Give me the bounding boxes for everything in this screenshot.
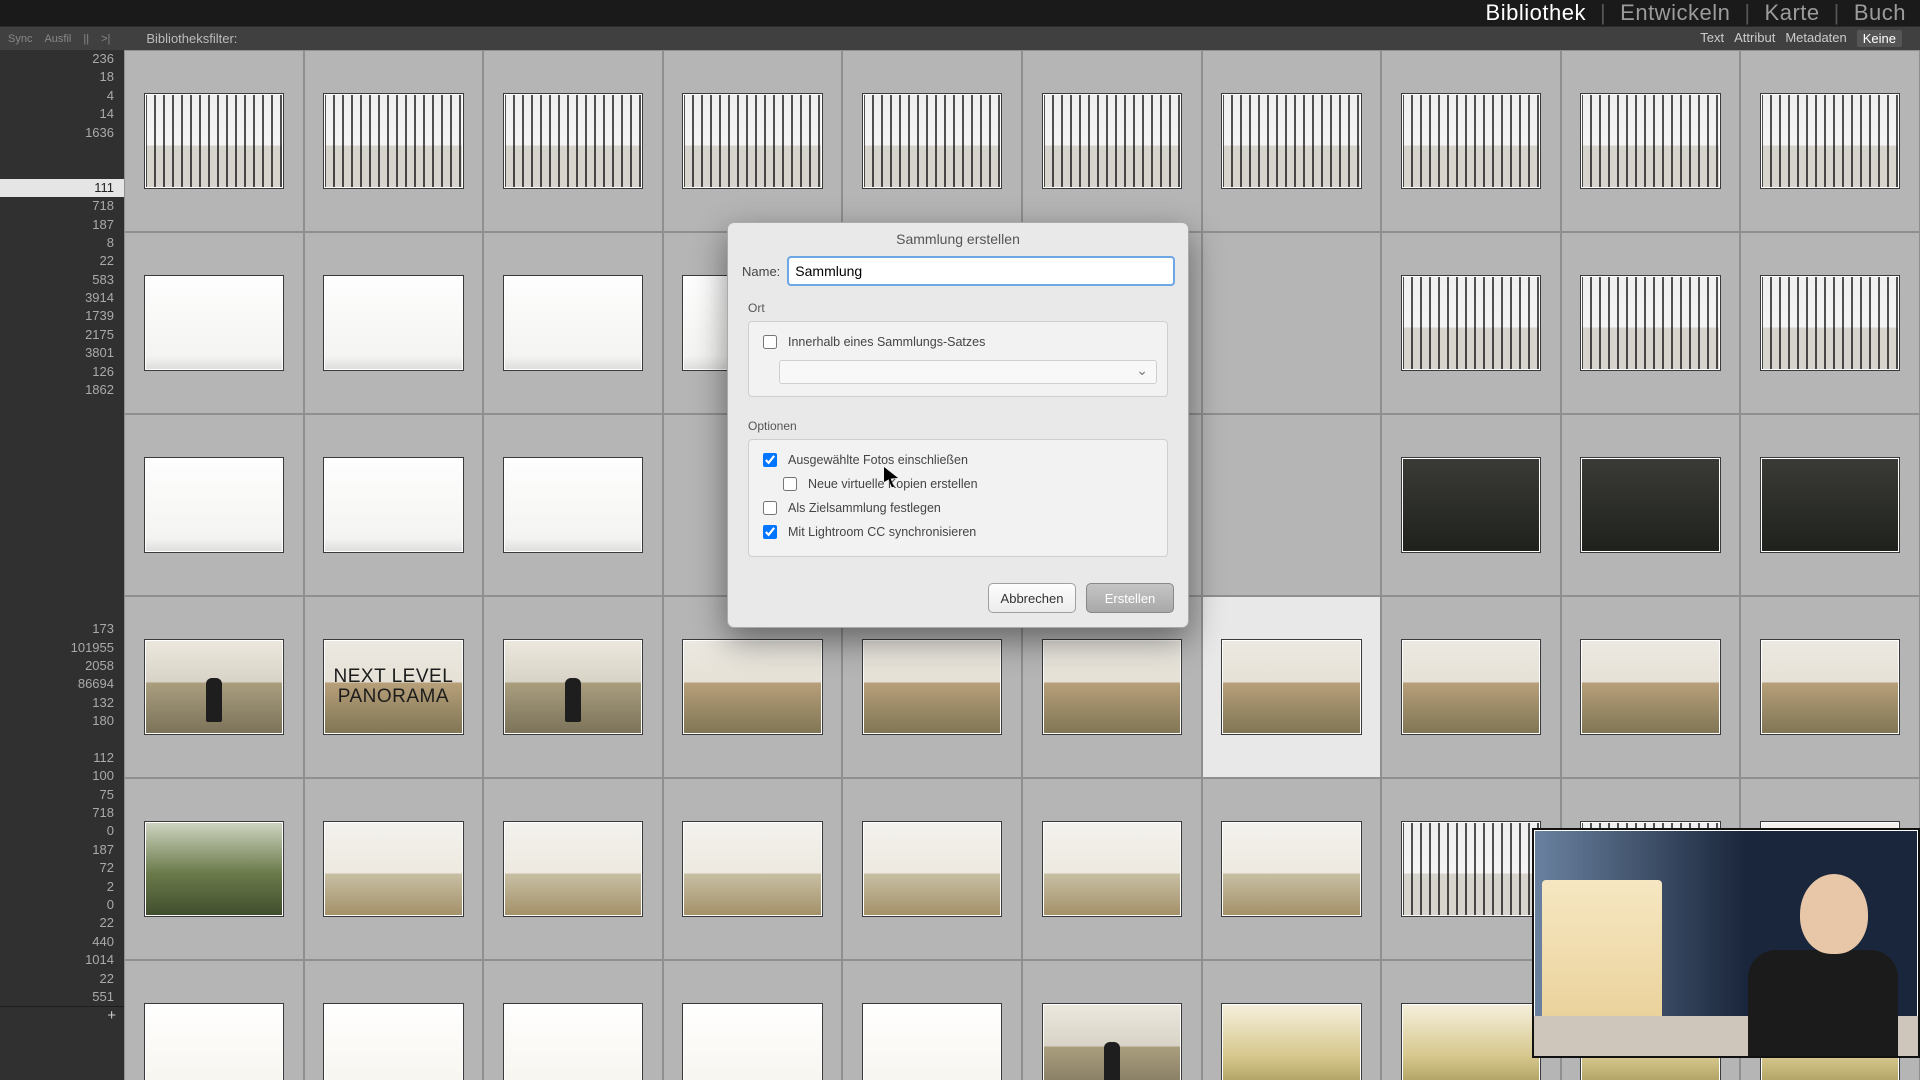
inside-set-checkbox[interactable] xyxy=(763,335,777,349)
location-section-label: Ort xyxy=(748,301,1168,315)
inside-set-label: Innerhalb eines Sammlungs-Satzes xyxy=(788,335,985,349)
create-button[interactable]: Erstellen xyxy=(1086,583,1174,613)
include-photos-checkbox[interactable] xyxy=(763,453,777,467)
collection-set-dropdown[interactable] xyxy=(779,360,1157,384)
webcam-overlay xyxy=(1532,828,1920,1058)
target-collection-label: Als Zielsammlung festlegen xyxy=(788,501,941,515)
create-collection-dialog: Sammlung erstellen Name: Ort Innerhalb e… xyxy=(727,222,1189,628)
options-section-label: Optionen xyxy=(748,419,1168,433)
collection-name-input[interactable] xyxy=(788,257,1174,285)
include-photos-label: Ausgewählte Fotos einschließen xyxy=(788,453,968,467)
name-label: Name: xyxy=(742,264,780,279)
target-collection-checkbox[interactable] xyxy=(763,501,777,515)
virtual-copies-label: Neue virtuelle Kopien erstellen xyxy=(808,477,978,491)
dialog-title: Sammlung erstellen xyxy=(728,223,1188,257)
sync-cc-label: Mit Lightroom CC synchronisieren xyxy=(788,525,976,539)
virtual-copies-checkbox[interactable] xyxy=(783,477,797,491)
cancel-button[interactable]: Abbrechen xyxy=(988,583,1076,613)
sync-cc-checkbox[interactable] xyxy=(763,525,777,539)
